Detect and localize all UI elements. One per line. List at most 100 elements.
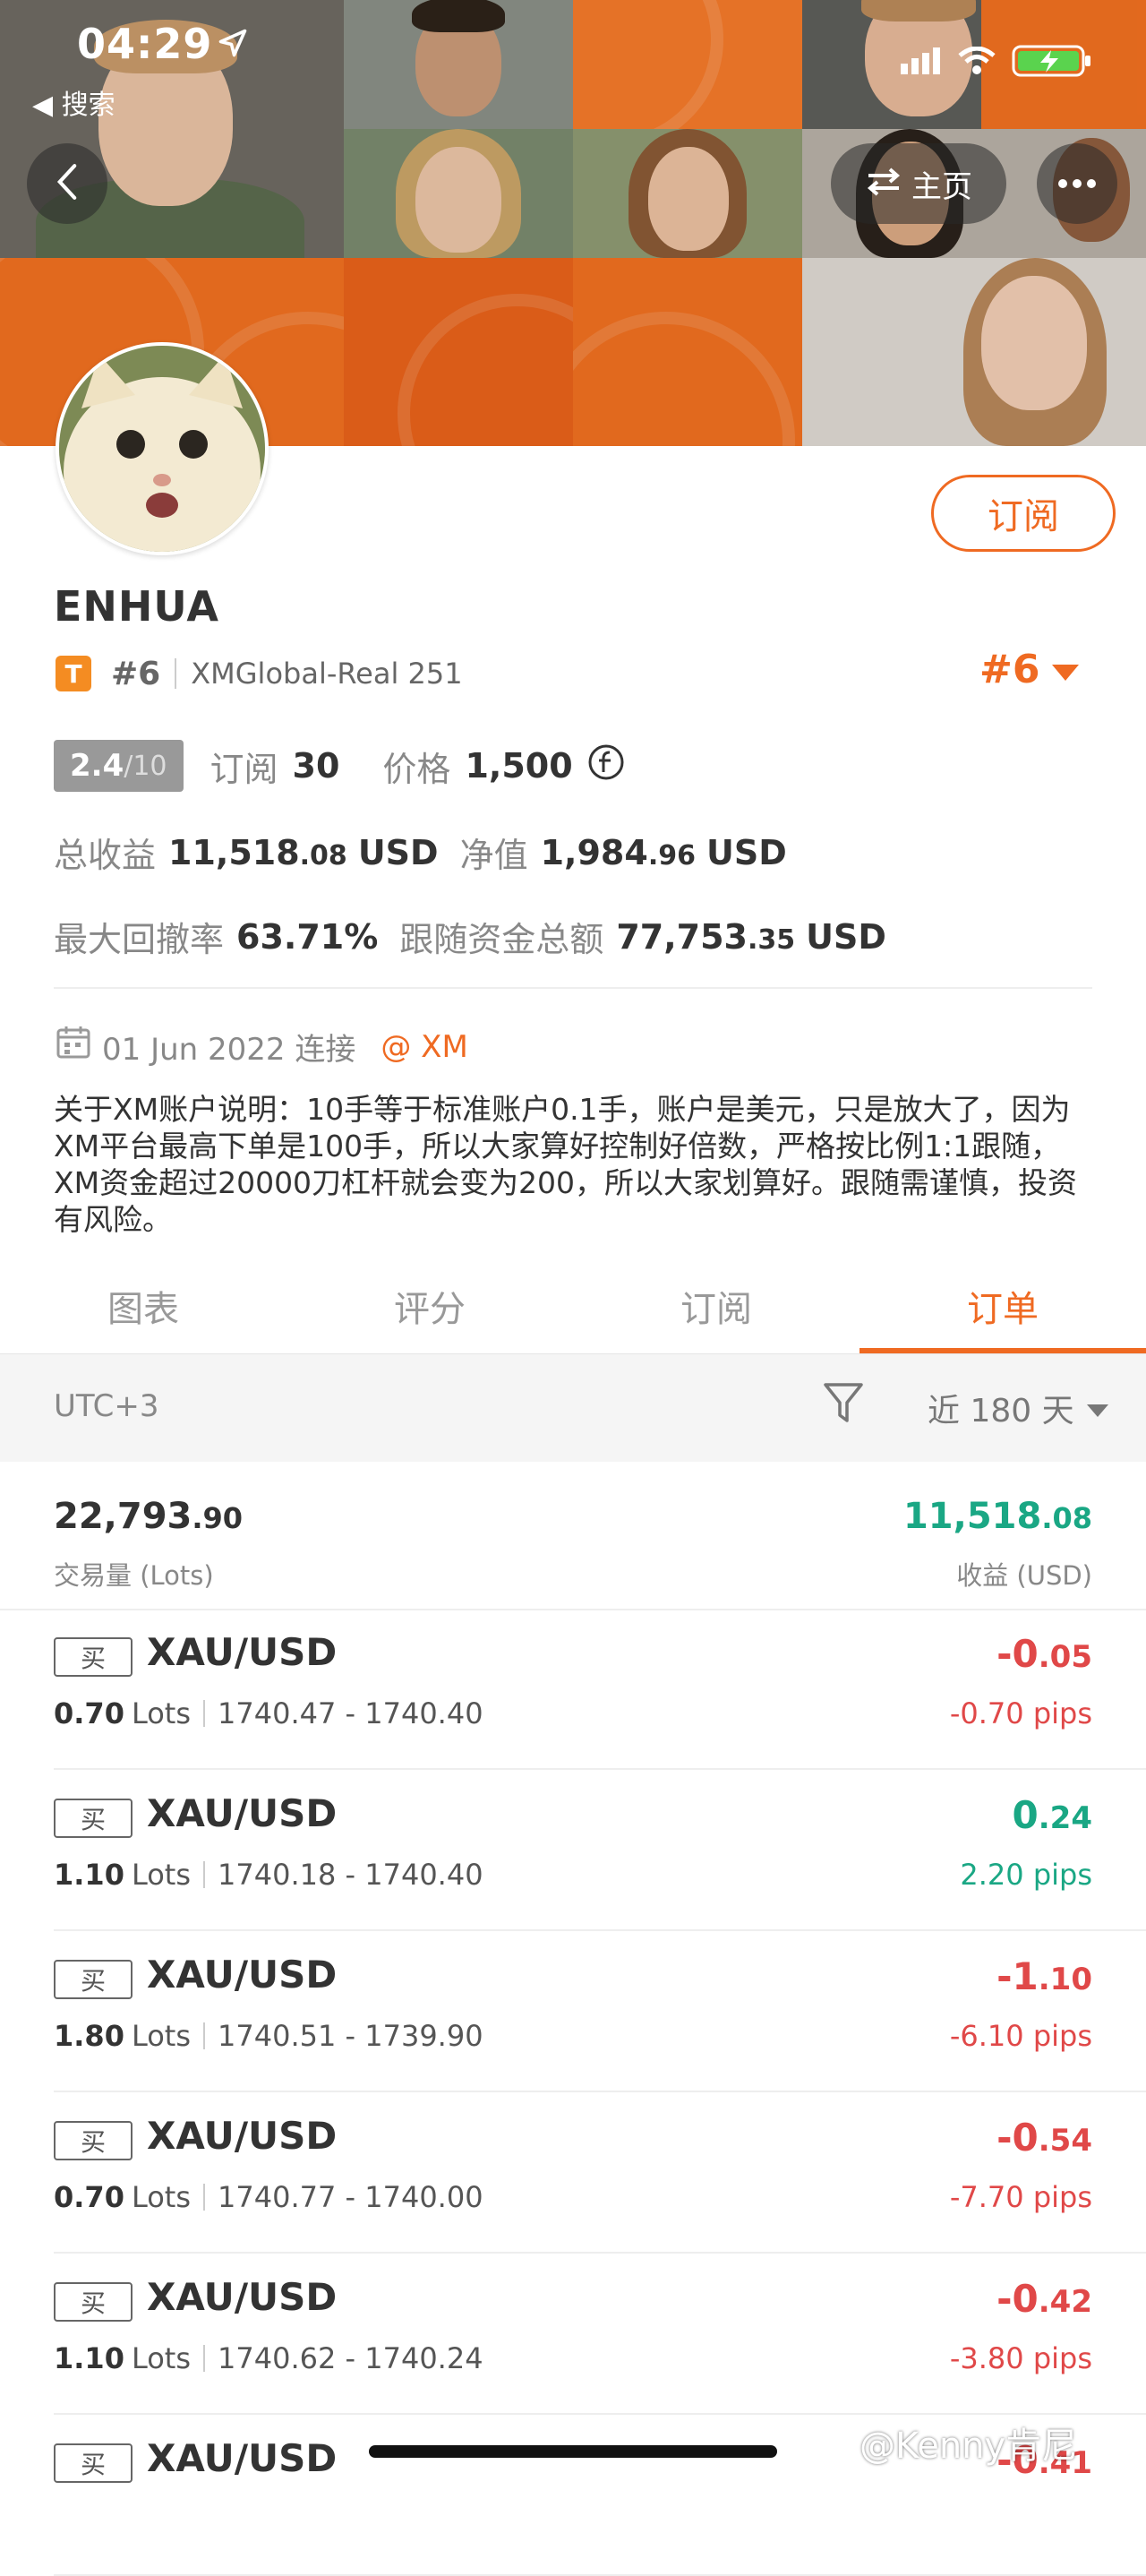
drawdown-row: 最大回撤率 63.71% 跟随资金总额 77,753.35 USD [54,912,886,961]
price-range: 1740.77 - 1740.00 [218,2180,483,2214]
price-range: 1740.51 - 1739.90 [218,2019,483,2053]
divider [203,2184,206,2211]
lots-info: 1.10 Lots 1740.18 - 1740.40 [54,1858,483,1892]
home-switch-button[interactable]: 主页 [831,143,1006,224]
currency-coin-icon [587,743,625,789]
row-divider [54,1929,1146,1931]
profit-value: 11,518.08 [903,1496,1092,1537]
side-badge: 买 [54,1637,133,1677]
triangle-down-icon [1086,1390,1108,1427]
lots-unit: Lots [131,2019,192,2053]
tab-subscriptions[interactable]: 订阅 [573,1258,860,1353]
subscribe-count-label: 订阅 [210,749,278,789]
trade-pips: -7.70 pips [949,2180,1092,2214]
broker-link[interactable]: @ XM [381,1029,467,1065]
trade-profit: 0.24 [1013,1793,1092,1837]
lots-value: 0.70 [54,1696,124,1730]
follow-funds-int: 77,753 [616,916,748,957]
home-label: 主页 [911,168,972,205]
rank-dropdown[interactable]: #6 [979,647,1080,692]
rank-row: T #6 XMGlobal-Real 251 [56,650,463,697]
period-select[interactable]: 近 180 天 [928,1385,1108,1431]
tab-rating[interactable]: 评分 [286,1258,573,1353]
divider [203,2345,206,2372]
more-options-button[interactable] [1037,143,1117,224]
lots-info: 0.70 Lots 1740.77 - 1740.00 [54,2180,483,2214]
back-to-app-link[interactable]: ◀ 搜索 [32,82,115,122]
symbol: XAU/USD [147,1953,338,1996]
score-row: 2.4 /10 订阅 30 价格 1,500 [54,740,625,792]
list-item[interactable]: 买 XAU/USD 0.70 Lots 1740.47 - 1740.40 -0.05 -0… [0,1610,1146,1770]
equity-int: 1,984 [540,832,648,872]
total-profit-dec: .08 [299,839,347,872]
timezone-label: UTC+3 [54,1388,159,1424]
tab-bar: 图表 评分 订阅 订单 [0,1258,1146,1356]
row-divider [54,1768,1146,1770]
section-divider [54,987,1092,989]
max-drawdown-label: 最大回撤率 [54,920,225,959]
equity-label: 净值 [459,836,528,875]
trade-profit-int: -0 [996,1632,1039,1676]
volume-value: 22,793.90 [54,1496,243,1537]
trade-profit-dec: .42 [1038,2284,1092,2320]
switch-arrows-icon [865,167,902,201]
trade-profit-dec: .05 [1038,1639,1092,1675]
tab-orders[interactable]: 订单 [860,1258,1146,1353]
trade-pips: -3.80 pips [949,2341,1092,2375]
orders-summary: 22,793.90 交易量 (Lots) 11,518.08 收益 (USD) [0,1462,1146,1610]
trade-profit-int: 0 [1012,1793,1039,1837]
avatar[interactable] [56,342,269,555]
list-item[interactable]: 买 XAU/USD 1.10 Lots 1740.62 - 1740.24 -0.42 -3… [0,2255,1146,2415]
divider [203,1700,206,1727]
volume-int: 22,793 [54,1496,192,1537]
lots-unit: Lots [131,2180,192,2214]
side-badge: 买 [54,2282,133,2322]
price-label: 价格 [382,749,451,789]
account-name: XMGlobal-Real 251 [191,657,463,691]
filter-funnel-icon[interactable] [822,1381,865,1430]
rank-big-label: #6 [979,647,1040,692]
divider [175,658,177,689]
tab-chart[interactable]: 图表 [0,1258,286,1353]
trade-profit-dec: .54 [1038,2123,1092,2159]
trade-profit-int: -0 [996,2277,1039,2321]
row-divider [54,2413,1146,2415]
total-profit-unit: USD [357,832,439,872]
watermark: @Kenny肯尼 [860,2426,1078,2467]
calendar-icon [56,1025,91,1069]
symbol: XAU/USD [147,1630,338,1674]
side-badge: 买 [54,2121,133,2160]
side-badge: 买 [54,1960,133,1999]
volume-label: 交易量 (Lots) [54,1560,214,1591]
lots-value: 1.80 [54,2019,124,2053]
back-button[interactable] [27,143,107,224]
price-value: 1,500 [465,746,573,786]
list-item[interactable]: 买 XAU/USD 1.80 Lots 1740.51 - 1739.90 -1.10 -6… [0,1933,1146,2092]
follow-funds-unit: USD [806,916,886,957]
lots-value: 1.10 [54,1858,124,1892]
trade-pips: -0.70 pips [949,1696,1092,1730]
trade-pips: -6.10 pips [949,2019,1092,2053]
score-value: 2.4 [70,748,124,784]
filter-bar: UTC+3 近 180 天 [0,1354,1146,1462]
list-item[interactable]: 买 XAU/USD 0.70 Lots 1740.77 - 1740.00 -0.54 -7… [0,2094,1146,2254]
volume-dec: .90 [192,1501,244,1535]
status-time: 04:29 [77,20,213,68]
divider [203,1861,206,1888]
price-range: 1740.62 - 1740.24 [218,2341,483,2375]
subscribe-button[interactable]: 订阅 [931,475,1116,552]
trade-profit: -0.05 [996,1632,1092,1676]
profit-int: 11,518 [902,1496,1042,1537]
status-icons [901,43,1092,82]
price-range: 1740.47 - 1740.40 [218,1696,483,1730]
max-drawdown-value: 63.71% [236,916,379,957]
more-dots-icon [1057,176,1097,193]
follow-funds-label: 跟随资金总额 [399,920,604,959]
location-arrow-icon [217,27,249,63]
trade-profit: -1.10 [996,1954,1092,1998]
trade-pips: 2.20 pips [960,1858,1092,1892]
score-total: /10 [124,750,167,782]
active-tab-indicator [860,1348,1146,1353]
list-item[interactable]: 买 XAU/USD 1.10 Lots 1740.18 - 1740.40 0.24 2.2… [0,1772,1146,1931]
trade-profit-int: -0 [996,2116,1039,2160]
